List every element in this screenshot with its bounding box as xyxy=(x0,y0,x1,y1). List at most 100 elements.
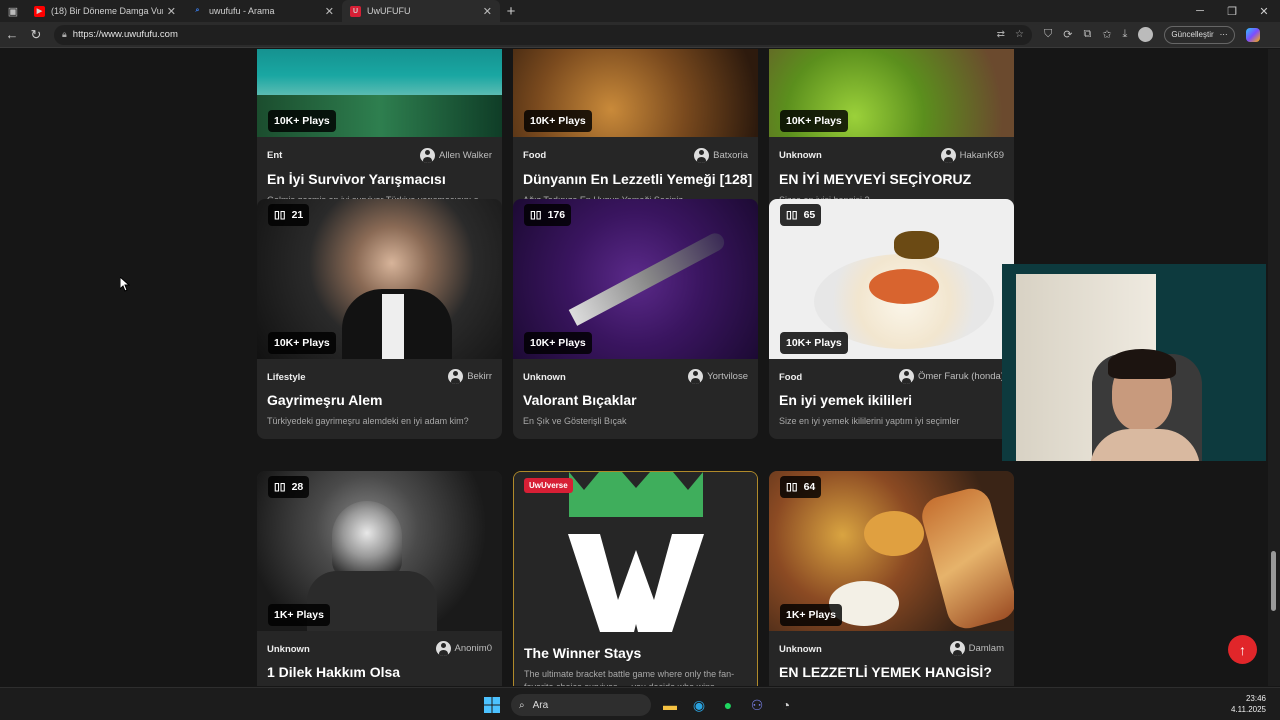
copilot-icon[interactable] xyxy=(1245,27,1260,42)
card-author[interactable]: Anonim0 xyxy=(435,641,492,656)
update-label: Güncelleştir xyxy=(1171,30,1214,39)
search-icon: ⌕ xyxy=(519,699,525,711)
uwuverse-logo xyxy=(568,472,704,632)
author-name: Yortvilose xyxy=(707,371,748,382)
card-author[interactable]: Allen Walker xyxy=(420,148,492,163)
card-description: The ultimate bracket battle game where o… xyxy=(524,669,735,686)
close-tab-icon[interactable]: ✕ xyxy=(325,5,334,18)
close-tab-icon[interactable]: ✕ xyxy=(483,5,492,18)
cards-icon: ▯▯ xyxy=(274,209,286,221)
extensions-icon[interactable]: ⧉ xyxy=(1083,28,1091,41)
favorites-icon[interactable]: ✩ xyxy=(1102,28,1111,41)
update-button[interactable]: Güncelleştir ⋯ xyxy=(1164,25,1235,44)
user-icon xyxy=(420,148,436,163)
extension-icon[interactable]: ⟳ xyxy=(1063,28,1072,41)
game-card[interactable]: ▯▯ 28 1K+ Plays Unknown Anonim0 1 Dilek H… xyxy=(257,471,502,686)
uwuverse-card[interactable]: UwUverse The Winner Stays The ultimate b… xyxy=(513,471,758,686)
card-title: The Winner Stays xyxy=(524,645,642,661)
scrollbar-thumb[interactable] xyxy=(1271,551,1276,611)
tab-actions-icon[interactable]: ▣ xyxy=(0,0,26,22)
card-author[interactable]: Batxoria xyxy=(694,148,748,163)
card-category: Unknown xyxy=(779,644,822,655)
card-thumbnail: 10K+ Plays xyxy=(257,49,502,137)
taskbar: ⌕ Ara ▬ ◉ ● ⚇ ◔ 23:46 4.11.2025 xyxy=(0,687,1280,720)
card-category: Ent xyxy=(267,150,283,161)
user-icon xyxy=(898,369,914,384)
card-title: Gayrimeşru Alem xyxy=(267,392,383,408)
author-name: Batxoria xyxy=(713,150,748,161)
site-info-icon[interactable]: 🔒︎ xyxy=(62,29,67,40)
file-explorer-icon[interactable]: ▬ xyxy=(660,695,680,715)
close-window-icon[interactable]: ✕ xyxy=(1248,5,1280,18)
refresh-icon[interactable]: ↻ xyxy=(24,27,48,43)
plays-badge: 1K+ Plays xyxy=(268,604,330,626)
cards-icon: ▯▯ xyxy=(786,209,798,221)
card-author[interactable]: Damlam xyxy=(949,641,1004,656)
uwufufu-favicon-icon: U xyxy=(350,5,361,17)
clock-date: 4.11.2025 xyxy=(1231,705,1266,714)
tab-search[interactable]: ⌕ uwufufu - Arama ✕ xyxy=(184,0,342,22)
game-card[interactable]: 10K+ Plays Ent Allen Walker En İyi Survi… xyxy=(257,49,502,216)
plays-badge: 10K+ Plays xyxy=(268,332,336,354)
card-category: Unknown xyxy=(523,372,566,383)
taskbar-search[interactable]: ⌕ Ara xyxy=(511,694,651,716)
cards-icon: ▯▯ xyxy=(530,209,542,221)
back-icon[interactable]: ← xyxy=(0,27,24,42)
item-count-badge: ▯▯ 28 xyxy=(268,476,310,498)
tab-uwufufu[interactable]: U UwUFUFU ✕ xyxy=(342,0,500,22)
search-icon: ⌕ xyxy=(195,7,200,14)
favorite-star-icon[interactable]: ☆ xyxy=(1015,29,1024,40)
spotify-icon[interactable]: ● xyxy=(718,695,738,715)
card-description: Türkiyedeki gayrimeşru alemdeki en iyi a… xyxy=(267,416,469,426)
plays-badge: 10K+ Plays xyxy=(780,110,848,132)
clock-time: 23:46 xyxy=(1245,694,1266,703)
card-thumbnail: ▯▯ 176 10K+ Plays xyxy=(513,199,758,359)
card-thumbnail: UwUverse xyxy=(514,472,757,632)
scroll-to-top-button[interactable]: ↑ xyxy=(1228,635,1257,664)
restore-icon[interactable]: ❐ xyxy=(1216,5,1248,18)
search-placeholder: Ara xyxy=(532,699,549,711)
user-icon xyxy=(694,148,710,163)
app-icon[interactable]: ◔ xyxy=(776,695,796,715)
minimize-icon[interactable]: ─ xyxy=(1184,5,1216,18)
profile-avatar[interactable] xyxy=(1138,27,1154,42)
game-card[interactable]: ▯▯ 21 10K+ Plays Lifestyle Bekirr Gayrime… xyxy=(257,199,502,439)
plays-badge: 10K+ Plays xyxy=(524,110,592,132)
downloads-icon[interactable]: ⤓ xyxy=(1123,28,1128,41)
shield-extension-icon[interactable]: ⛉ xyxy=(1044,28,1052,41)
tab-youtube[interactable]: ▶ (18) Bir Döneme Damga Vurmuş ✕ xyxy=(26,0,184,22)
teams-icon[interactable]: ⚇ xyxy=(747,695,767,715)
tab-strip: ▣ ▶ (18) Bir Döneme Damga Vurmuş ✕ ⌕ uwu… xyxy=(0,0,1280,22)
game-card[interactable]: ▯▯ 65 10K+ Plays Food Ömer Faruk (honda) … xyxy=(769,199,1014,439)
windows-start-icon[interactable] xyxy=(482,695,502,715)
translate-icon[interactable]: ⇄ xyxy=(997,29,1005,40)
cards-icon: ▯▯ xyxy=(786,481,798,493)
user-icon xyxy=(688,369,704,384)
card-author[interactable]: HakanK69 xyxy=(940,148,1004,163)
new-tab-icon[interactable]: + xyxy=(500,3,522,20)
more-icon: ⋯ xyxy=(1219,30,1228,39)
author-name: HakanK69 xyxy=(959,150,1004,161)
card-thumbnail: ▯▯ 65 10K+ Plays xyxy=(769,199,1014,359)
user-icon xyxy=(949,641,965,656)
page-scrollbar[interactable] xyxy=(1268,49,1280,686)
card-category: Unknown xyxy=(267,644,310,655)
plays-badge: 10K+ Plays xyxy=(268,110,336,132)
card-author[interactable]: Yortvilose xyxy=(688,369,748,384)
card-author[interactable]: Bekirr xyxy=(448,369,492,384)
game-card[interactable]: 10K+ Plays Unknown HakanK69 EN İYİ MEYVE… xyxy=(769,49,1014,216)
item-count-badge: ▯▯ 64 xyxy=(780,476,822,498)
card-category: Food xyxy=(779,372,803,383)
url-bar[interactable]: 🔒︎ https://www.uwufufu.com ⇄ ☆ xyxy=(54,24,1032,45)
youtube-icon: ▶ xyxy=(34,5,45,17)
plays-badge: 10K+ Plays xyxy=(524,332,592,354)
uwuverse-tag: UwUverse xyxy=(524,478,573,493)
game-card[interactable]: ▯▯ 64 1K+ Plays Unknown Damlam EN LEZZETL… xyxy=(769,471,1014,686)
close-tab-icon[interactable]: ✕ xyxy=(167,5,176,18)
card-author[interactable]: Ömer Faruk (honda) xyxy=(898,369,1004,384)
card-category: Food xyxy=(523,150,547,161)
game-card[interactable]: 10K+ Plays Food Batxoria Dünyanın En Lez… xyxy=(513,49,758,216)
system-clock[interactable]: 23:46 4.11.2025 xyxy=(1231,693,1266,715)
game-card[interactable]: ▯▯ 176 10K+ Plays Unknown Yortvilose Valo… xyxy=(513,199,758,439)
edge-icon[interactable]: ◉ xyxy=(689,695,709,715)
